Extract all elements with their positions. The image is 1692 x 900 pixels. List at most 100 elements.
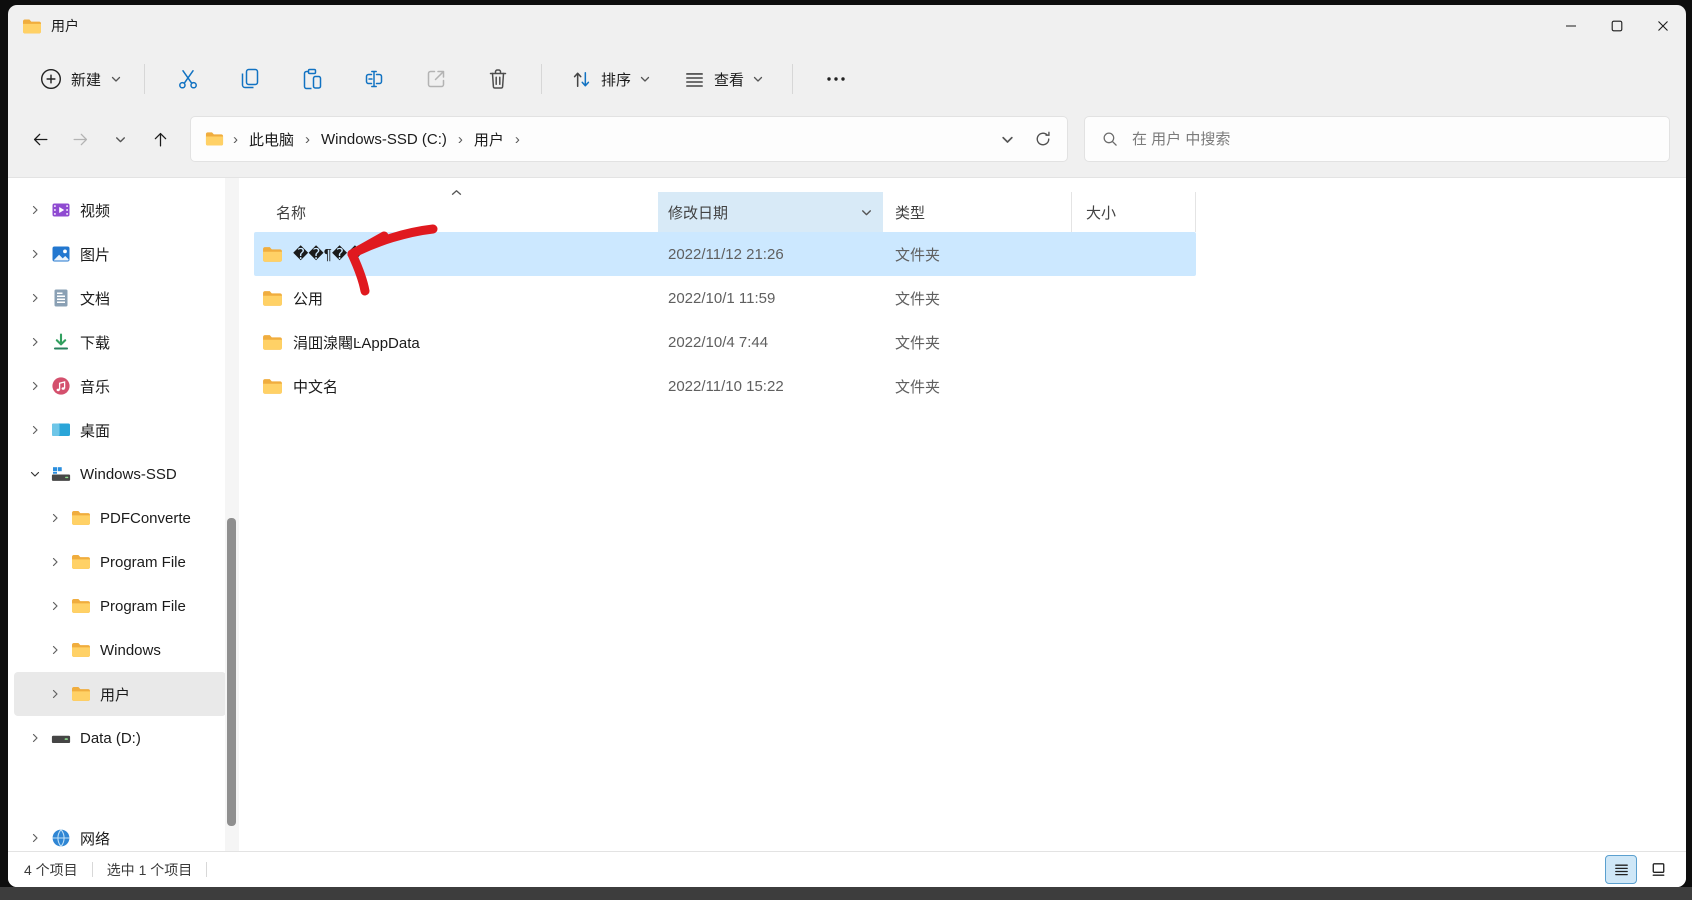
chevron-right-icon[interactable] xyxy=(28,380,42,392)
back-arrow-icon xyxy=(31,130,50,149)
network-icon xyxy=(50,828,72,848)
share-icon xyxy=(424,67,448,91)
new-button-label: 新建 xyxy=(71,69,101,90)
file-explorer-window: 用户 新建 排序 查看 xyxy=(8,5,1686,887)
column-header-date-label: 修改日期 xyxy=(668,202,728,223)
close-button[interactable] xyxy=(1640,5,1686,47)
toolbar-divider xyxy=(792,64,793,94)
chevron-right-icon[interactable] xyxy=(48,556,62,568)
chevron-right-icon[interactable] xyxy=(48,512,62,524)
file-row[interactable]: 中文名2022/11/10 15:22文件夹 xyxy=(254,364,1196,408)
file-row[interactable]: 公用2022/10/1 11:59文件夹 xyxy=(254,276,1196,320)
view-button[interactable]: 查看 xyxy=(673,60,774,99)
sidebar-item-label: 音乐 xyxy=(80,376,110,397)
folder-icon xyxy=(70,508,92,528)
sidebar-item-pdfconverter[interactable]: PDFConverte xyxy=(14,496,226,540)
copy-button[interactable] xyxy=(229,58,271,100)
sidebar-item-videos[interactable]: 视频 xyxy=(14,188,226,232)
delete-button[interactable] xyxy=(477,58,519,100)
chevron-right-icon[interactable] xyxy=(48,644,62,656)
up-button[interactable] xyxy=(140,119,180,159)
address-bar[interactable]: ›此电脑›Windows-SSD (C:)›用户› xyxy=(190,116,1068,162)
share-button[interactable] xyxy=(415,58,457,100)
chevron-right-icon[interactable] xyxy=(28,292,42,304)
status-divider xyxy=(92,862,93,877)
sidebar-item-program-files-2[interactable]: Program File xyxy=(14,584,226,628)
chevron-down-icon xyxy=(114,133,127,146)
details-view-button[interactable] xyxy=(1605,855,1637,884)
file-row[interactable]: ��¶��2022/11/12 21:26文件夹 xyxy=(254,232,1196,276)
back-button[interactable] xyxy=(20,119,60,159)
folder-icon xyxy=(205,131,224,147)
sidebar-item-label: Data (D:) xyxy=(80,730,141,747)
cut-button[interactable] xyxy=(167,58,209,100)
folder-icon xyxy=(262,290,283,307)
sidebar-item-pictures[interactable]: 图片 xyxy=(14,232,226,276)
column-header-type[interactable]: 类型 xyxy=(883,192,1071,232)
music-icon xyxy=(50,376,72,396)
chevron-right-icon[interactable] xyxy=(28,204,42,216)
address-dropdown-button[interactable] xyxy=(989,121,1025,157)
toolbar-divider xyxy=(144,64,145,94)
search-icon xyxy=(1101,130,1119,148)
column-header-size[interactable]: 大小 xyxy=(1071,192,1196,232)
breadcrumb: ›此电脑›Windows-SSD (C:)›用户› xyxy=(224,125,529,154)
folder-icon xyxy=(22,18,42,35)
scrollbar-thumb[interactable] xyxy=(227,518,236,826)
new-button[interactable]: 新建 xyxy=(30,60,132,98)
large-icons-view-button[interactable] xyxy=(1642,855,1674,884)
file-list: ��¶��2022/11/12 21:26文件夹公用2022/10/1 11:5… xyxy=(254,232,1686,408)
file-type: 文件夹 xyxy=(883,244,1071,265)
chevron-right-icon[interactable] xyxy=(48,600,62,612)
chevron-right-icon[interactable] xyxy=(28,248,42,260)
file-list-area: 名称 修改日期 类型 大小 ��¶��2022/11/12 21:26文件夹公用… xyxy=(240,178,1686,851)
breadcrumb-item[interactable]: 用户 xyxy=(472,125,506,154)
column-header-name[interactable]: 名称 xyxy=(254,192,658,232)
rename-button[interactable] xyxy=(353,58,395,100)
file-row[interactable]: 涓囬湶闀ĿAppData2022/10/4 7:44文件夹 xyxy=(254,320,1196,364)
chevron-right-icon[interactable] xyxy=(28,832,42,844)
sidebar-item-program-files[interactable]: Program File xyxy=(14,540,226,584)
column-header-type-label: 类型 xyxy=(895,202,925,223)
recent-locations-button[interactable] xyxy=(100,119,140,159)
chevron-right-icon[interactable] xyxy=(48,688,62,700)
selected-count: 选中 1 个项目 xyxy=(107,860,193,880)
window-controls xyxy=(1548,5,1686,47)
breadcrumb-item[interactable]: Windows-SSD (C:) xyxy=(319,127,449,152)
title-bar: 用户 xyxy=(8,5,1686,47)
maximize-button[interactable] xyxy=(1594,5,1640,47)
chevron-right-icon[interactable] xyxy=(28,336,42,348)
sidebar-item-label: 下载 xyxy=(80,332,110,353)
file-name: 涓囬湶闀ĿAppData xyxy=(293,332,420,353)
column-header-date[interactable]: 修改日期 xyxy=(658,192,883,232)
chevron-right-icon[interactable] xyxy=(28,732,42,744)
chevron-right-icon[interactable] xyxy=(28,424,42,436)
sidebar-item-music[interactable]: 音乐 xyxy=(14,364,226,408)
sidebar-item-documents[interactable]: 文档 xyxy=(14,276,226,320)
large-icons-view-icon xyxy=(1649,860,1668,879)
sidebar-item-windows-ssd[interactable]: Windows-SSD xyxy=(14,452,226,496)
forward-button[interactable] xyxy=(60,119,100,159)
file-date: 2022/11/12 21:26 xyxy=(658,246,883,263)
sidebar-item-network[interactable]: 网络 xyxy=(14,816,226,851)
chevron-down-icon[interactable] xyxy=(28,468,42,480)
download-icon xyxy=(50,332,72,352)
minimize-button[interactable] xyxy=(1548,5,1594,47)
sidebar-item-desktop[interactable]: 桌面 xyxy=(14,408,226,452)
sidebar-item-downloads[interactable]: 下载 xyxy=(14,320,226,364)
sidebar-item-windows[interactable]: Windows xyxy=(14,628,226,672)
file-type: 文件夹 xyxy=(883,376,1071,397)
sidebar-item-data-d[interactable]: Data (D:) xyxy=(14,716,226,760)
paste-button[interactable] xyxy=(291,58,333,100)
breadcrumb-item[interactable]: 此电脑 xyxy=(247,125,296,154)
sort-button[interactable]: 排序 xyxy=(560,60,661,99)
sidebar-item-users[interactable]: 用户 xyxy=(14,672,226,716)
search-input[interactable] xyxy=(1132,131,1657,148)
drive-os-icon xyxy=(50,464,72,484)
file-date: 2022/10/4 7:44 xyxy=(658,334,883,351)
refresh-button[interactable] xyxy=(1025,121,1061,157)
sidebar-item-label: 网络 xyxy=(80,828,110,849)
sidebar-scrollbar[interactable] xyxy=(225,178,239,851)
more-options-button[interactable] xyxy=(815,58,857,100)
search-box[interactable] xyxy=(1084,116,1670,162)
